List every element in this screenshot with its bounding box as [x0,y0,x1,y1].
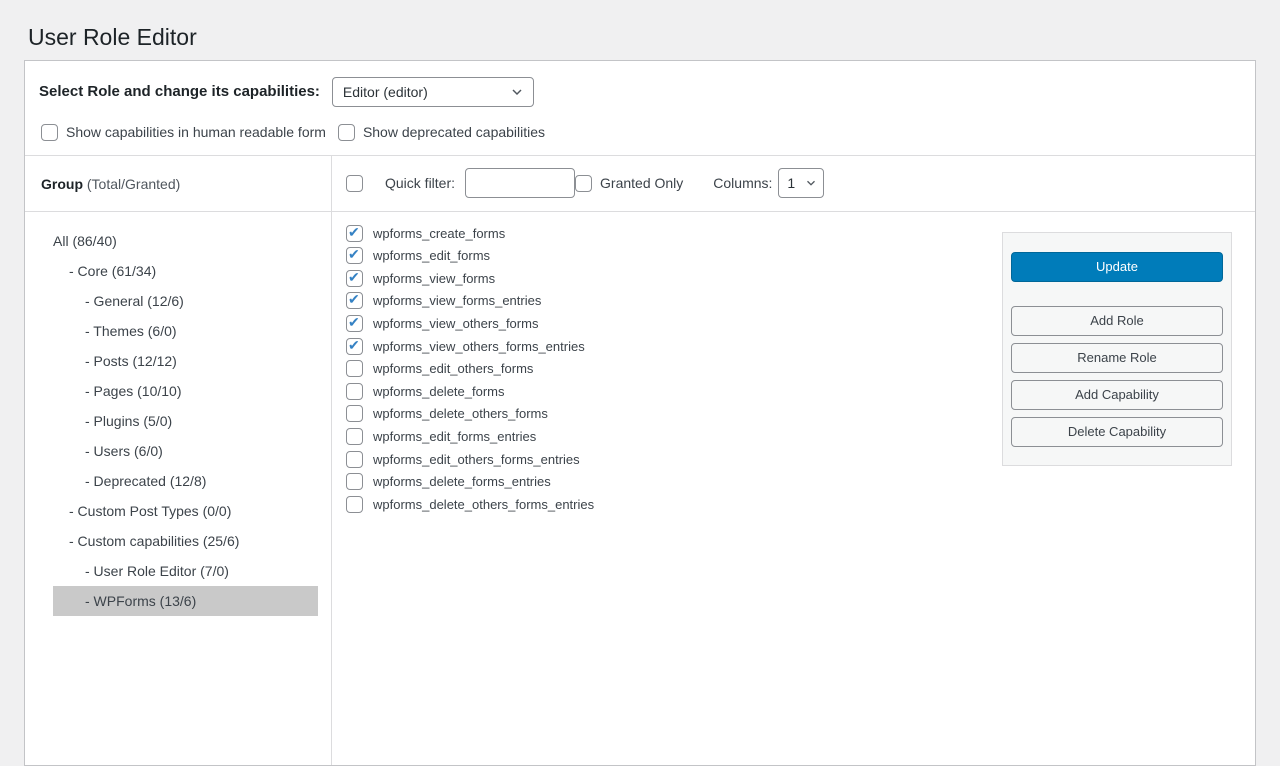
capability-checkbox[interactable] [346,247,363,264]
capability-row: wpforms_view_forms_entries [346,292,982,309]
capabilities-body: wpforms_create_forms wpforms_edit_formswp… [332,212,1255,765]
select-role-label: Select Role and change its capabilities: [39,83,320,100]
capability-row: wpforms_edit_forms [346,247,982,264]
deprecated-option: Show deprecated capabilities [338,124,545,141]
capability-label: wpforms_view_forms_entries [373,293,541,308]
capability-row: wpforms_edit_others_forms [346,360,982,377]
capability-label: wpforms_delete_others_forms [373,406,548,421]
capability-checkbox[interactable] [346,270,363,287]
group-item[interactable]: - Custom capabilities (25/6) [53,526,318,556]
capability-checkbox[interactable] [346,360,363,377]
group-title-suffix: (Total/Granted) [83,176,180,192]
group-item[interactable]: - Deprecated (12/8) [53,466,318,496]
add-role-button[interactable]: Add Role [1011,306,1223,336]
capability-label: wpforms_view_forms [373,271,495,286]
role-selector-row: Select Role and change its capabilities:… [39,77,1241,107]
capability-checkbox[interactable] [346,451,363,468]
capability-row: wpforms_create_forms [346,225,982,242]
page-title: User Role Editor [0,0,1280,52]
columns-select-value: 1 [787,175,795,191]
capability-checkbox[interactable] [346,338,363,355]
capability-label: wpforms_create_forms [373,226,505,241]
quick-filter-label: Quick filter: [385,175,455,191]
capability-row: wpforms_delete_forms [346,383,982,400]
group-item-selected[interactable]: - WPForms (13/6) [53,586,318,616]
update-button[interactable]: Update [1011,252,1223,282]
group-item[interactable]: - Themes (6/0) [53,316,318,346]
capability-label: wpforms_edit_forms [373,248,490,263]
columns-select[interactable]: 1 [778,168,824,198]
capability-row: wpforms_view_forms [346,270,982,287]
capability-label: wpforms_view_others_forms [373,316,538,331]
capability-row: wpforms_edit_forms_entries [346,428,982,445]
group-item[interactable]: - General (12/6) [53,286,318,316]
group-item[interactable]: - Users (6/0) [53,436,318,466]
group-item[interactable]: - Pages (10/10) [53,376,318,406]
user-role-editor-panel: Select Role and change its capabilities:… [24,60,1256,766]
capability-row: wpforms_view_others_forms_entries [346,338,982,355]
actions-box: Update Add Role Rename Role Add Capabili… [1002,232,1232,466]
capability-row: wpforms_delete_others_forms [346,405,982,422]
deprecated-checkbox[interactable] [338,124,355,141]
groups-column-header: Group (Total/Granted) [25,156,331,212]
groups-column: Group (Total/Granted) All (86/40)- Core … [25,156,332,765]
rename-role-button[interactable]: Rename Role [1011,343,1223,373]
columns-label: Columns: [713,175,772,191]
chevron-down-icon [509,84,525,100]
human-readable-checkbox[interactable] [41,124,58,141]
capability-row: wpforms_delete_forms_entries [346,473,982,490]
capability-label: wpforms_edit_others_forms_entries [373,452,580,467]
capability-checkbox[interactable] [346,292,363,309]
capability-label: wpforms_delete_forms [373,384,505,399]
capability-checkbox[interactable] [346,428,363,445]
human-readable-label: Show capabilities in human readable form [66,124,326,140]
group-item[interactable]: - Core (61/34) [53,256,318,286]
display-options-row: Show capabilities in human readable form… [41,124,1241,141]
capabilities-column: Quick filter: Granted Only Columns: 1 wp… [332,156,1255,765]
groups-tree: All (86/40)- Core (61/34)- General (12/6… [25,212,331,616]
capability-checkbox[interactable] [346,496,363,513]
capability-label: wpforms_delete_others_forms_entries [373,497,594,512]
panel-body: Group (Total/Granted) All (86/40)- Core … [25,155,1255,765]
granted-only-label: Granted Only [600,175,683,191]
capability-row: wpforms_delete_others_forms_entries [346,496,982,513]
add-capability-button[interactable]: Add Capability [1011,380,1223,410]
capability-checkbox[interactable] [346,315,363,332]
granted-only-checkbox[interactable] [575,175,592,192]
group-item[interactable]: - Posts (12/12) [53,346,318,376]
filter-bar: Quick filter: Granted Only Columns: 1 [332,156,1255,212]
group-item[interactable]: All (86/40) [53,226,318,256]
group-title: Group [41,176,83,192]
capability-label: wpforms_edit_others_forms [373,361,533,376]
group-item[interactable]: - User Role Editor (7/0) [53,556,318,586]
capability-checkbox[interactable] [346,225,363,242]
quick-filter-input[interactable] [465,168,575,198]
capability-row: wpforms_edit_others_forms_entries [346,451,982,468]
capability-checkbox[interactable] [346,383,363,400]
capability-checkbox[interactable] [346,405,363,422]
capabilities-list: wpforms_create_forms wpforms_edit_formswp… [332,212,982,519]
capability-label: wpforms_view_others_forms_entries [373,339,585,354]
delete-capability-button[interactable]: Delete Capability [1011,417,1223,447]
group-item[interactable]: - Plugins (5/0) [53,406,318,436]
chevron-down-icon [804,176,818,190]
capability-checkbox[interactable] [346,473,363,490]
caps-select-all-checkbox[interactable] [346,175,363,192]
capability-label: wpforms_edit_forms_entries [373,429,536,444]
human-readable-option: Show capabilities in human readable form [41,124,326,141]
role-select-value: Editor (editor) [343,84,428,100]
role-select[interactable]: Editor (editor) [332,77,534,107]
capability-label: wpforms_delete_forms_entries [373,474,551,489]
deprecated-label: Show deprecated capabilities [363,124,545,140]
panel-header: Select Role and change its capabilities:… [25,61,1255,155]
capability-row: wpforms_view_others_forms [346,315,982,332]
group-item[interactable]: - Custom Post Types (0/0) [53,496,318,526]
